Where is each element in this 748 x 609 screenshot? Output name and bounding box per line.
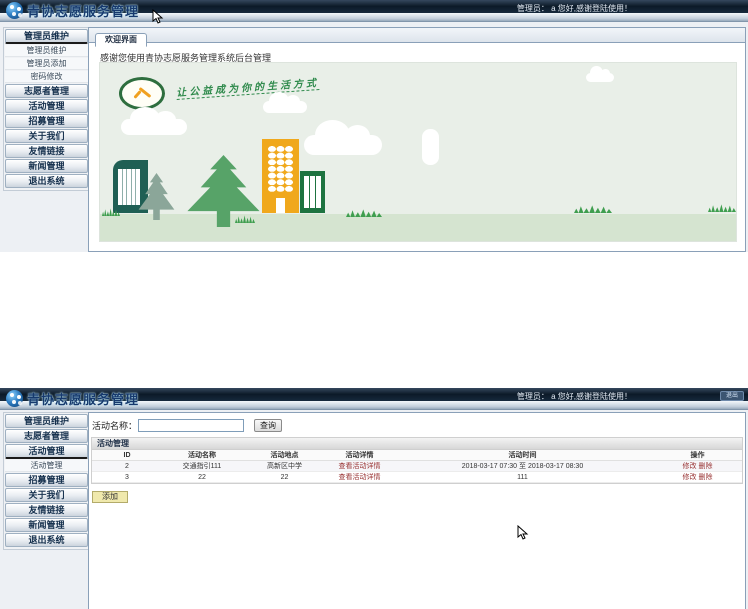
column-header-place: 活动地点	[242, 450, 327, 461]
edit-link[interactable]: 修改	[683, 474, 697, 481]
sidebar-item-news-mgmt[interactable]: 新闻管理	[5, 159, 88, 173]
sidebar-item-admin-maintain[interactable]: 管理员维护	[5, 29, 88, 44]
view-detail-link[interactable]: 查看活动详情	[339, 463, 381, 470]
cloud-icon	[304, 135, 382, 155]
table-row: 2 交通指引111 高新区中学 查看活动详情 2018-03-17 07:30 …	[92, 461, 742, 472]
cell-id: 3	[92, 472, 162, 483]
sidebar-item-recruit-mgmt[interactable]: 招募管理	[5, 114, 88, 128]
activity-panel: 活动名称： 查询 活动管理 ID 活动名称 活动地点	[88, 412, 746, 609]
edit-link[interactable]: 修改	[683, 463, 697, 470]
sidebar-item-about-us[interactable]: 关于我们	[5, 129, 88, 143]
tab-bar: 欢迎界面	[89, 28, 745, 43]
green-building-icon	[300, 171, 325, 213]
sidebar-item-activity-mgmt[interactable]: 活动管理	[5, 444, 88, 459]
cell-time: 111	[392, 472, 653, 483]
cell-name: 交通指引111	[162, 461, 242, 472]
app-logo-icon	[6, 2, 23, 19]
page-canvas: 青协志愿服务管理 管理员： a 您好,感谢登陆使用！ 管理员维护 管理员维护 管…	[0, 0, 748, 609]
sidebar-subitem-admin-add[interactable]: 管理员添加	[5, 58, 88, 70]
grass-field	[100, 214, 736, 241]
sidebar-item-exit-system[interactable]: 退出系统	[5, 533, 88, 547]
cell-place: 高新区中学	[242, 461, 327, 472]
cell-id: 2	[92, 461, 162, 472]
tab-welcome[interactable]: 欢迎界面	[95, 33, 147, 47]
welcome-panel: 欢迎界面 感谢您使用青协志愿服务管理系统后台管理 让公益成为你的生活方式	[88, 27, 746, 252]
sidebar-item-recruit-mgmt[interactable]: 招募管理	[5, 473, 88, 487]
activity-table: 活动管理 ID 活动名称 活动地点 活动详情 活动时间 操作	[91, 437, 743, 484]
app-header: 青协志愿服务管理 管理员： a 您好,感谢登陆使用！ 退出	[0, 388, 748, 409]
sidebar-subitem-activity-mgmt[interactable]: 活动管理	[5, 460, 88, 472]
table-title: 活动管理	[92, 438, 742, 450]
table-header-row: ID 活动名称 活动地点 活动详情 活动时间 操作	[92, 450, 742, 461]
sidebar-menu: 管理员维护 管理员维护 管理员添加 密码修改 志愿者管理 活动管理 招募管理 关…	[3, 27, 90, 191]
cell-name: 22	[162, 472, 242, 483]
building-windows	[118, 169, 140, 205]
sidebar-menu: 管理员维护 志愿者管理 活动管理 活动管理 招募管理 关于我们 友情链接 新闻管…	[3, 412, 90, 550]
banner-slogan: 让公益成为你的生活方式	[176, 74, 320, 99]
sidebar-item-admin-maintain[interactable]: 管理员维护	[5, 414, 88, 428]
admin-status-text: 管理员： a 您好,感谢登陆使用！	[517, 391, 632, 402]
activity-search-bar: 活动名称： 查询	[92, 419, 745, 432]
activity-name-label: 活动名称：	[92, 419, 137, 432]
clock-icon	[119, 77, 165, 110]
building-windows	[268, 146, 293, 192]
app-header: 青协志愿服务管理 管理员： a 您好,感谢登陆使用！	[0, 0, 748, 21]
building-windows	[304, 176, 321, 208]
activity-name-input[interactable]	[138, 419, 244, 432]
column-header-detail: 活动详情	[327, 450, 392, 461]
sidebar-item-exit-system[interactable]: 退出系统	[5, 174, 88, 188]
cloud-icon	[586, 73, 614, 82]
grass-tuft-icon	[708, 204, 736, 212]
app-logo-icon	[6, 390, 23, 407]
admin-status-text: 管理员： a 您好,感谢登陆使用！	[517, 3, 632, 14]
delete-link[interactable]: 删除	[698, 463, 712, 470]
screen-activity-list: 青协志愿服务管理 管理员： a 您好,感谢登陆使用！ 退出 管理员维护 志愿者管…	[0, 388, 748, 609]
sidebar-item-volunteer-mgmt[interactable]: 志愿者管理	[5, 429, 88, 443]
building-door	[276, 198, 285, 213]
sidebar-item-about-us[interactable]: 关于我们	[5, 488, 88, 502]
table-row: 3 22 22 查看活动详情 111 修改 删除	[92, 472, 742, 483]
sidebar-item-friend-links[interactable]: 友情链接	[5, 503, 88, 517]
white-building-icon	[422, 129, 439, 165]
sidebar-item-volunteer-mgmt[interactable]: 志愿者管理	[5, 84, 88, 98]
orange-building-icon	[262, 139, 299, 213]
column-header-name: 活动名称	[162, 450, 242, 461]
sidebar-item-friend-links[interactable]: 友情链接	[5, 144, 88, 158]
cloud-icon	[121, 119, 187, 135]
column-header-actions: 操作	[653, 450, 742, 461]
view-detail-link[interactable]: 查看活动详情	[339, 474, 381, 481]
grass-tuft-icon	[574, 205, 612, 213]
query-button[interactable]: 查询	[254, 419, 282, 432]
add-button[interactable]: 添加	[92, 491, 128, 503]
cloud-icon	[263, 101, 307, 113]
sidebar-item-news-mgmt[interactable]: 新闻管理	[5, 518, 88, 532]
sidebar-subitem-password-change[interactable]: 密码修改	[5, 71, 88, 83]
welcome-banner-illustration: 让公益成为你的生活方式	[99, 62, 737, 242]
delete-link[interactable]: 删除	[698, 474, 712, 481]
cell-time: 2018-03-17 07:30 至 2018-03-17 08:30	[392, 461, 653, 472]
cell-place: 22	[242, 472, 327, 483]
app-title: 青协志愿服务管理	[27, 1, 139, 20]
column-header-id: ID	[92, 450, 162, 461]
sidebar-item-activity-mgmt[interactable]: 活动管理	[5, 99, 88, 113]
column-header-time: 活动时间	[392, 450, 653, 461]
logout-corner-button[interactable]: 退出	[720, 391, 744, 401]
app-title: 青协志愿服务管理	[27, 389, 139, 408]
sidebar-subitem-admin-maintain[interactable]: 管理员维护	[5, 45, 88, 57]
screen-welcome: 青协志愿服务管理 管理员： a 您好,感谢登陆使用！ 管理员维护 管理员维护 管…	[0, 0, 748, 252]
